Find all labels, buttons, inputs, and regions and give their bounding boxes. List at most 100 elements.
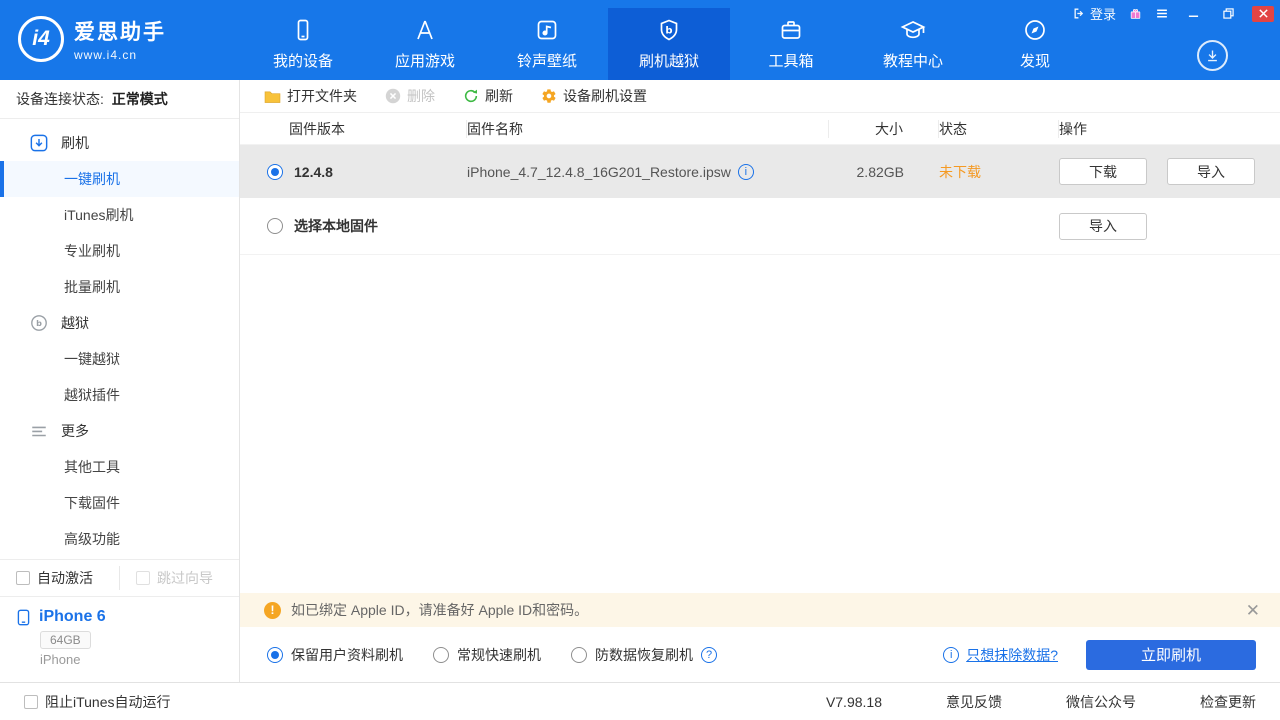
firmware-name: iPhone_4.7_12.4.8_16G201_Restore.ipsw	[467, 164, 731, 180]
brand[interactable]: i4 爱思助手 www.i4.cn	[18, 16, 166, 62]
flash-options-bar: 保留用户资料刷机 常规快速刷机 防数据恢复刷机 ? i 只想抹除数据? 立即刷机	[240, 627, 1280, 682]
refresh-button[interactable]: 刷新	[463, 86, 513, 106]
check-update-link[interactable]: 检查更新	[1200, 692, 1256, 712]
firmware-row[interactable]: 12.4.8 iPhone_4.7_12.4.8_16G201_Restore.…	[240, 145, 1280, 198]
sidebar-group-flash[interactable]: 刷机	[0, 125, 239, 161]
nav-my-devices[interactable]: 我的设备	[242, 8, 364, 80]
radio-icon	[267, 647, 283, 663]
delete-button[interactable]: 删除	[385, 86, 435, 106]
flash-now-button[interactable]: 立即刷机	[1086, 640, 1256, 670]
checkbox-icon	[136, 571, 150, 585]
local-firmware-label: 选择本地固件	[294, 216, 378, 236]
radio-icon	[433, 647, 449, 663]
sidebar-group-jailbreak[interactable]: b 越狱	[0, 305, 239, 341]
device-panel[interactable]: iPhone 6 64GB iPhone	[0, 596, 239, 682]
help-icon[interactable]: ?	[701, 647, 717, 663]
header-status: 状态	[939, 120, 1059, 138]
keep-data-flash-radio[interactable]: 保留用户资料刷机	[267, 645, 403, 665]
header-actions: 操作	[1059, 119, 1280, 139]
import-button[interactable]: 导入	[1167, 158, 1255, 185]
device-capacity-badge: 64GB	[40, 631, 91, 649]
download-button[interactable]: 下载	[1059, 158, 1147, 185]
sidebar-item-one-click-flash[interactable]: 一键刷机	[0, 161, 239, 197]
flash-icon	[30, 134, 48, 152]
device-icon	[291, 17, 315, 43]
sidebar-item-one-click-jailbreak[interactable]: 一键越狱	[0, 341, 239, 377]
sidebar-group-label: 更多	[61, 421, 89, 441]
nav-label: 教程中心	[883, 50, 943, 71]
main-content: 打开文件夹 删除 刷新	[240, 80, 1280, 682]
phone-icon	[16, 609, 31, 626]
anti-data-recovery-flash-radio[interactable]: 防数据恢复刷机 ?	[571, 645, 717, 665]
middle-region: 设备连接状态: 正常模式 刷机 一键刷机 iTunes刷机 专业刷机 批量刷机	[0, 80, 1280, 682]
nav-discover[interactable]: 发现	[974, 8, 1096, 80]
jailbreak-icon: b	[30, 314, 48, 332]
sidebar-item-jailbreak-plugins[interactable]: 越狱插件	[0, 377, 239, 413]
auto-activate-label: 自动激活	[37, 568, 93, 588]
sidebar-item-itunes-flash[interactable]: iTunes刷机	[0, 197, 239, 233]
connection-status: 设备连接状态: 正常模式	[0, 80, 239, 119]
feedback-link[interactable]: 意见反馈	[946, 692, 1002, 712]
nav-toolbox[interactable]: 工具箱	[730, 8, 852, 80]
normal-fast-flash-radio[interactable]: 常规快速刷机	[433, 645, 541, 665]
nav-flash-jailbreak[interactable]: b 刷机越狱	[608, 8, 730, 80]
auto-activate-checkbox[interactable]: 自动激活	[0, 560, 119, 596]
sidebar-item-other-tools[interactable]: 其他工具	[0, 449, 239, 485]
header-firmware-name: 固件名称	[467, 120, 829, 138]
maximize-button[interactable]	[1217, 6, 1239, 22]
refresh-icon	[463, 88, 479, 104]
nav-ringtones-wallpapers[interactable]: 铃声壁纸	[486, 8, 608, 80]
toolbox-icon	[779, 17, 803, 43]
open-folder-button[interactable]: 打开文件夹	[264, 86, 357, 106]
connection-status-label: 设备连接状态:	[16, 91, 104, 107]
sidebar-group-label: 越狱	[61, 313, 89, 333]
tutorial-icon	[900, 17, 926, 43]
nav-label: 铃声壁纸	[517, 50, 577, 71]
discover-icon	[1023, 17, 1047, 43]
connection-status-value: 正常模式	[112, 91, 168, 107]
skip-wizard-checkbox[interactable]: 跳过向导	[120, 560, 239, 596]
nav-label: 刷机越狱	[639, 50, 699, 71]
local-firmware-row[interactable]: 选择本地固件 导入	[240, 198, 1280, 255]
flash-jailbreak-icon: b	[657, 17, 681, 43]
device-name: iPhone 6	[39, 608, 106, 626]
sidebar-item-advanced-features[interactable]: 高级功能	[0, 521, 239, 557]
main-nav: 我的设备 应用游戏 铃声壁纸	[242, 8, 1096, 80]
brand-name: 爱思助手	[74, 16, 166, 46]
minimize-button[interactable]	[1182, 6, 1204, 22]
ringtone-wallpaper-icon	[535, 17, 559, 43]
checkbox-icon	[16, 571, 30, 585]
checkbox-icon	[24, 695, 38, 709]
sidebar-item-pro-flash[interactable]: 专业刷机	[0, 233, 239, 269]
warning-icon: !	[264, 602, 281, 619]
info-icon: i	[943, 647, 959, 663]
gift-icon[interactable]	[1129, 7, 1142, 20]
info-icon[interactable]: i	[738, 164, 754, 180]
block-itunes-checkbox[interactable]: 阻止iTunes自动运行	[24, 692, 171, 712]
download-manager-button[interactable]	[1197, 40, 1228, 71]
nav-apps-games[interactable]: 应用游戏	[364, 8, 486, 80]
wechat-link[interactable]: 微信公众号	[1066, 692, 1136, 712]
sidebar-item-download-firmware[interactable]: 下载固件	[0, 485, 239, 521]
statusbar: 阻止iTunes自动运行 V7.98.18 意见反馈 微信公众号 检查更新	[0, 682, 1280, 720]
sidebar-item-batch-flash[interactable]: 批量刷机	[0, 269, 239, 305]
device-model: iPhone	[40, 652, 225, 667]
device-flash-settings-button[interactable]: 设备刷机设置	[541, 86, 647, 106]
erase-data-link[interactable]: i 只想抹除数据?	[943, 645, 1058, 665]
menu-icon[interactable]	[1155, 7, 1169, 20]
titlebar-controls: 登录	[1073, 4, 1274, 23]
local-firmware-radio[interactable]	[267, 218, 283, 234]
radio-icon	[571, 647, 587, 663]
brand-logo-icon: i4	[18, 16, 64, 62]
firmware-status: 未下载	[939, 162, 1059, 182]
svg-text:b: b	[665, 26, 672, 37]
nav-tutorials[interactable]: 教程中心	[852, 8, 974, 80]
firmware-radio[interactable]	[267, 164, 283, 180]
sidebar-group-more[interactable]: 更多	[0, 413, 239, 449]
gear-icon	[541, 88, 557, 104]
import-local-button[interactable]: 导入	[1059, 213, 1147, 240]
nav-label: 我的设备	[273, 50, 333, 71]
sidebar: 设备连接状态: 正常模式 刷机 一键刷机 iTunes刷机 专业刷机 批量刷机	[0, 80, 240, 682]
notice-close-icon[interactable]: ✕	[1246, 602, 1260, 619]
close-button[interactable]	[1252, 6, 1274, 22]
